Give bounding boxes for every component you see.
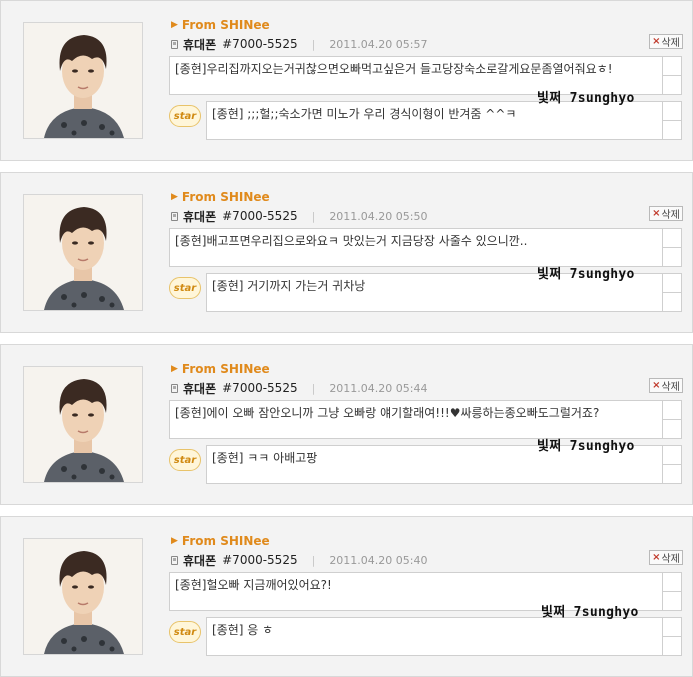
device-label: 휴대폰: [183, 209, 217, 224]
profile-photo: [23, 194, 143, 311]
message-side-box: [663, 228, 682, 267]
message-side-box: [663, 572, 682, 611]
triangle-right-icon: ▶: [171, 536, 178, 546]
close-icon: ×: [652, 36, 661, 47]
reply-box: [종현] 거기까지 가는거 귀차낭: [206, 273, 663, 312]
reply-box: [종현] ㅋㅋ 아배고팡: [206, 445, 663, 484]
close-icon: ×: [652, 208, 661, 219]
meta-row: 휴대폰 #7000-5525 | 2011.04.20 05:57: [171, 36, 428, 52]
phone-number: #7000-5525: [222, 37, 298, 51]
from-label-row: ▶ From SHINee: [171, 189, 270, 205]
timestamp: 2011.04.20 05:44: [329, 381, 428, 395]
profile-photo: [23, 366, 143, 483]
meta-row: 휴대폰 #7000-5525 | 2011.04.20 05:44: [171, 380, 428, 396]
phone-icon: [171, 39, 178, 49]
timestamp: 2011.04.20 05:40: [329, 553, 428, 567]
message-box: [종현]배고프면우리집으로와요ㅋ 맛있는거 지금당장 사줄수 있으니깐..: [169, 228, 663, 267]
meta-row: 휴대폰 #7000-5525 | 2011.04.20 05:50: [171, 208, 428, 224]
from-label-row: ▶ From SHINee: [171, 361, 270, 377]
delete-button[interactable]: × 삭제: [649, 206, 683, 221]
separator: |: [311, 37, 316, 51]
message-side-box: [663, 400, 682, 439]
star-badge[interactable]: star: [169, 621, 201, 643]
from-label: From SHINee: [181, 534, 270, 548]
reply-box: [종현] ;;;헐;;숙소가면 미노가 우리 경식이형이 반겨줌 ^^ㅋ: [206, 101, 663, 140]
profile-photo-image: [24, 367, 142, 482]
delete-button[interactable]: × 삭제: [649, 378, 683, 393]
profile-photo-image: [24, 539, 142, 654]
timestamp: 2011.04.20 05:57: [329, 37, 428, 51]
delete-label: 삭제: [661, 210, 680, 221]
reply-side-box: [663, 617, 682, 656]
phone-number: #7000-5525: [222, 381, 298, 395]
close-icon: ×: [652, 552, 661, 563]
delete-label: 삭제: [661, 554, 680, 565]
message-box: [종현]에이 오빠 잠안오니까 그냥 오빠랑 얘기할래여!!!♥싸릉하는종오빠도…: [169, 400, 663, 439]
reply-side-box: [663, 101, 682, 140]
separator: |: [311, 553, 316, 567]
post-card: ▶ From SHINee 휴대폰 #7000-5525 | 2011.04.2…: [0, 0, 693, 161]
star-badge[interactable]: star: [169, 105, 201, 127]
post-card: ▶ From SHINee 휴대폰 #7000-5525 | 2011.04.2…: [0, 344, 693, 505]
star-badge[interactable]: star: [169, 449, 201, 471]
star-badge[interactable]: star: [169, 277, 201, 299]
device-label: 휴대폰: [183, 37, 217, 52]
triangle-right-icon: ▶: [171, 364, 178, 374]
profile-photo-image: [24, 23, 142, 138]
device-label: 휴대폰: [183, 381, 217, 396]
message-box: [종현]헐오빠 지금깨어있어요?!: [169, 572, 663, 611]
message-box: [종현]우리집까지오는거귀찮으면오빠먹고싶은거 들고당장숙소로갈게요문좀열어줘요…: [169, 56, 663, 95]
separator: |: [311, 209, 316, 223]
phone-icon: [171, 383, 178, 393]
delete-button[interactable]: × 삭제: [649, 34, 683, 49]
timestamp: 2011.04.20 05:50: [329, 209, 428, 223]
close-icon: ×: [652, 380, 661, 391]
phone-icon: [171, 211, 178, 221]
from-label: From SHINee: [181, 18, 270, 32]
delete-button[interactable]: × 삭제: [649, 550, 683, 565]
delete-label: 삭제: [661, 38, 680, 49]
phone-icon: [171, 555, 178, 565]
device-label: 휴대폰: [183, 553, 217, 568]
from-label-row: ▶ From SHINee: [171, 17, 270, 33]
post-card: ▶ From SHINee 휴대폰 #7000-5525 | 2011.04.2…: [0, 516, 693, 677]
phone-number: #7000-5525: [222, 553, 298, 567]
separator: |: [311, 381, 316, 395]
from-label: From SHINee: [181, 362, 270, 376]
reply-side-box: [663, 273, 682, 312]
triangle-right-icon: ▶: [171, 192, 178, 202]
message-side-box: [663, 56, 682, 95]
meta-row: 휴대폰 #7000-5525 | 2011.04.20 05:40: [171, 552, 428, 568]
post-card: ▶ From SHINee 휴대폰 #7000-5525 | 2011.04.2…: [0, 172, 693, 333]
triangle-right-icon: ▶: [171, 20, 178, 30]
profile-photo: [23, 538, 143, 655]
profile-photo-image: [24, 195, 142, 310]
reply-side-box: [663, 445, 682, 484]
reply-box: [종현] 응 ㅎ: [206, 617, 663, 656]
profile-photo: [23, 22, 143, 139]
from-label: From SHINee: [181, 190, 270, 204]
from-label-row: ▶ From SHINee: [171, 533, 270, 549]
delete-label: 삭제: [661, 382, 680, 393]
phone-number: #7000-5525: [222, 209, 298, 223]
